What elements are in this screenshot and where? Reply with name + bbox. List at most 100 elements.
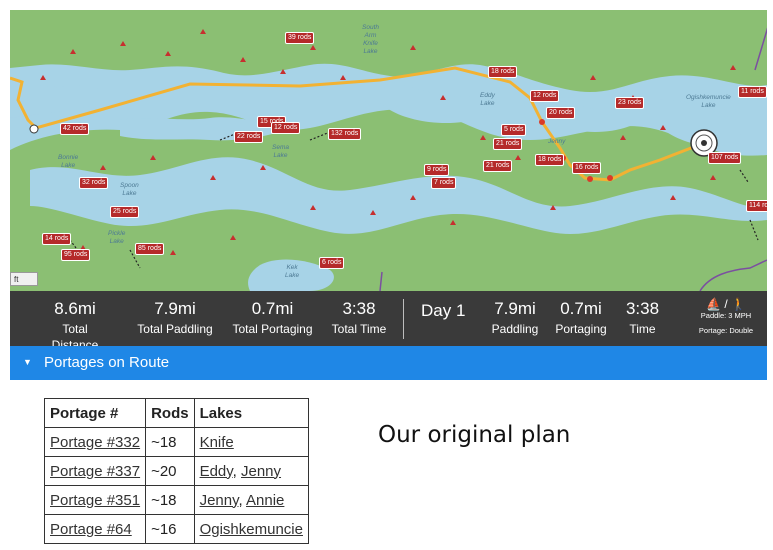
stat-value: 0.7mi (560, 299, 602, 318)
column-header: Lakes (193, 398, 309, 428)
rod-label[interactable]: 21 rods (493, 138, 523, 150)
lakes-cell: Jenny, Annie (193, 485, 309, 515)
stat-day-portaging: 0.7mi Portaging (550, 299, 612, 337)
lakes-cell: Eddy, Jenny (193, 456, 309, 486)
table-row: Portage #64 ~16 Ogishkemuncie (43, 514, 309, 544)
rods-cell: ~20 (145, 456, 195, 486)
lake-link[interactable]: Jenny (241, 463, 281, 480)
portage-cell: Portage #64 (43, 514, 147, 544)
stat-total-time: 3:38 Total Time (328, 299, 390, 337)
stat-value: 7.9mi (154, 299, 196, 318)
rod-label[interactable]: 18 rods (535, 154, 565, 166)
rod-label[interactable]: 114 rods (746, 200, 767, 212)
rods-cell: ~16 (145, 514, 195, 544)
lake-label-ogishkemuncie: Ogishkemuncie Lake (686, 94, 731, 109)
map-corner-control[interactable]: ft (10, 272, 38, 286)
portage-link[interactable]: Portage #351 (50, 492, 140, 509)
stat-total-paddling: 7.9mi Total Paddling (135, 299, 215, 337)
table-row: Portage #351 ~18 Jenny, Annie (43, 485, 309, 515)
map-canvas[interactable] (10, 10, 767, 291)
caret-down-icon: ▼ (23, 357, 32, 367)
table-row: Portage #332 ~18 Knife (43, 427, 309, 457)
paddle-hiker-icon: ⛵ / 🚶 (706, 297, 746, 311)
portages-table: Portage # Rods Lakes Portage #332 ~18 Kn… (43, 398, 309, 544)
portages-section-toggle[interactable]: ▼ Portages on Route (10, 346, 767, 380)
paddle-speed: Paddle: 3 MPH (700, 311, 752, 320)
stat-total-portaging: 0.7mi Total Portaging (230, 299, 315, 337)
lake-link[interactable]: Knife (200, 434, 234, 451)
rod-label[interactable]: 7 rods (431, 177, 457, 189)
rod-label[interactable]: 9 rods (424, 164, 450, 176)
rod-label[interactable]: 85 rods (135, 243, 165, 255)
rod-label[interactable]: 39 rods (285, 32, 315, 44)
rod-label[interactable]: 11 rods (738, 86, 767, 98)
speed-settings[interactable]: ⛵ / 🚶 Paddle: 3 MPH Portage: Double (690, 297, 762, 336)
lake-link[interactable]: Ogishkemuncie (200, 521, 303, 538)
stat-total-distance: 8.6mi Total Distance (40, 299, 110, 353)
portages-section-title: Portages on Route (44, 354, 170, 371)
column-header: Rods (145, 398, 195, 428)
rod-label[interactable]: 95 rods (61, 249, 91, 261)
rod-label[interactable]: 20 rods (546, 107, 576, 119)
stat-value: 0.7mi (251, 299, 294, 318)
rod-label[interactable]: 21 rods (483, 160, 513, 172)
stat-label: Total Time (331, 322, 387, 336)
lake-link[interactable]: Eddy (200, 463, 233, 480)
route-map[interactable]: South Arm Knife Lake Eddy Lake Sema Lake… (10, 10, 767, 291)
rod-label[interactable]: 18 rods (488, 66, 518, 78)
stat-label: Paddling (491, 322, 539, 336)
rods-cell: ~18 (145, 485, 195, 515)
lakes-cell: Knife (193, 427, 309, 457)
stat-day-paddling: 7.9mi Paddling (484, 299, 546, 337)
rod-label[interactable]: 25 rods (110, 206, 140, 218)
stat-label: Total Portaging (232, 322, 313, 336)
plan-caption: Our original plan (378, 422, 571, 448)
lakes-cell: Ogishkemuncie (193, 514, 309, 544)
stat-value: 8.6mi (54, 299, 96, 318)
rod-label[interactable]: 16 rods (572, 162, 602, 174)
stat-label: Portaging (555, 322, 607, 336)
lake-label-jenny: Jenny (548, 138, 566, 145)
lake-label-south-arm-knife: South Arm Knife Lake (362, 24, 379, 55)
lake-label-spoon: Spoon Lake (120, 182, 139, 197)
lake-link[interactable]: Jenny (200, 492, 239, 509)
stats-divider (403, 299, 404, 339)
rod-label[interactable]: 12 rods (271, 122, 301, 134)
portage-cell: Portage #351 (43, 485, 147, 515)
lake-label-bonnie: Bonnie Lake (58, 154, 79, 169)
rod-label[interactable]: 42 rods (60, 123, 90, 135)
portage-link[interactable]: Portage #64 (50, 521, 132, 538)
stat-value: 3:38 (625, 299, 660, 318)
portage-cell: Portage #337 (43, 456, 147, 486)
portage-link[interactable]: Portage #332 (50, 434, 140, 451)
portage-mode: Portage: Double (698, 326, 754, 335)
portage-link[interactable]: Portage #337 (50, 463, 140, 480)
rod-label[interactable]: 5 rods (501, 124, 527, 136)
column-header: Portage # (43, 398, 147, 428)
table-header-row: Portage # Rods Lakes (43, 398, 309, 428)
table-row: Portage #337 ~20 Eddy, Jenny (43, 456, 309, 486)
stat-label: Total Paddling (137, 322, 213, 336)
portage-cell: Portage #332 (43, 427, 147, 457)
lake-label-sema: Sema Lake (272, 144, 289, 159)
rod-label[interactable]: 14 rods (42, 233, 72, 245)
rod-label[interactable]: 32 rods (79, 177, 109, 189)
stat-value: 3:38 (342, 299, 376, 318)
lake-label-kek: Kek Lake (285, 264, 300, 279)
rod-label[interactable]: 6 rods (319, 257, 345, 269)
rods-cell: ~18 (145, 427, 195, 457)
trip-stats-bar: 8.6mi Total Distance 7.9mi Total Paddlin… (10, 291, 767, 352)
rod-label[interactable]: 132 rods (328, 128, 362, 140)
day-label: Day 1 (421, 301, 466, 320)
rod-label[interactable]: 23 rods (615, 97, 645, 109)
rod-label[interactable]: 107 rods (708, 152, 742, 164)
stat-value: 7.9mi (494, 299, 536, 318)
lake-link[interactable]: Annie (246, 492, 284, 509)
stat-day-time: 3:38 Time (620, 299, 665, 337)
lake-label-eddy: Eddy Lake (480, 92, 495, 107)
rod-label[interactable]: 22 rods (234, 131, 264, 143)
rod-label[interactable]: 12 rods (530, 90, 560, 102)
lake-label-pickle: Pickle Lake (108, 230, 126, 245)
screenshot-frame: South Arm Knife Lake Eddy Lake Sema Lake… (10, 10, 767, 545)
stat-label: Time (629, 322, 656, 336)
